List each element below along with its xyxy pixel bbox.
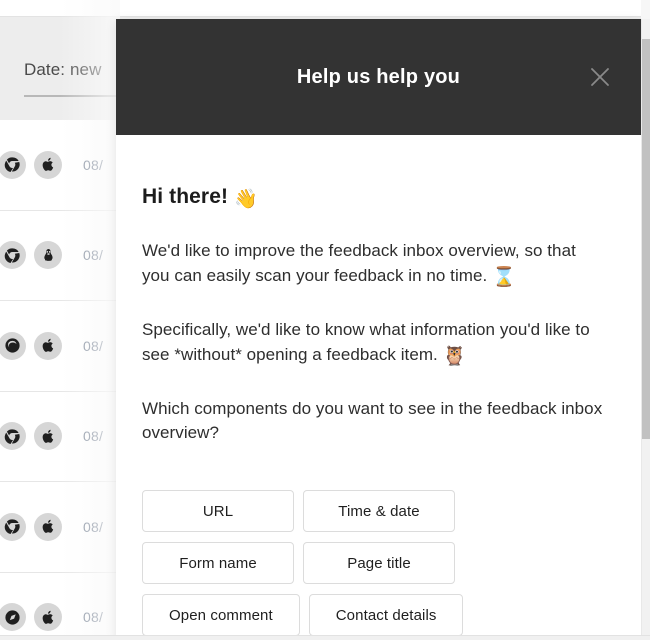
apple-icon xyxy=(34,512,62,541)
firefox-icon xyxy=(0,331,26,360)
modal-header: Help us help you xyxy=(116,19,641,135)
hourglass-icon: ⌛ xyxy=(492,266,516,288)
linux-icon xyxy=(34,241,62,270)
row-date: 08/ xyxy=(83,247,104,264)
screen: Date: new 08/ 08/ 08/ 08/ 08/ 08/ Help u… xyxy=(0,0,650,640)
modal-title: Help us help you xyxy=(296,66,461,88)
apple-icon xyxy=(34,422,62,451)
safari-icon xyxy=(0,603,26,632)
option-button-open-comment[interactable]: Open comment xyxy=(142,594,300,637)
row-date: 08/ xyxy=(83,428,104,445)
modal-scrollbar[interactable] xyxy=(641,19,650,640)
greeting-heading: Hi there! 👋 xyxy=(142,183,611,213)
row-date: 08/ xyxy=(83,337,104,354)
paragraph-specifically: Specifically, we'd like to know what inf… xyxy=(142,318,607,371)
apple-icon xyxy=(34,150,62,179)
row-date: 08/ xyxy=(83,518,104,535)
option-button-contact-details[interactable]: Contact details xyxy=(308,594,464,637)
option-button-time-date[interactable]: Time & date xyxy=(303,490,455,533)
close-icon[interactable] xyxy=(585,62,615,92)
waving-hand-icon: 👋 xyxy=(234,189,258,210)
paragraph-improve: We'd like to improve the feedback inbox … xyxy=(142,239,607,292)
owl-icon: 🦉 xyxy=(442,345,467,367)
modal-body: Hi there! 👋 We'd like to improve the fee… xyxy=(116,135,641,640)
option-button-page-title[interactable]: Page title xyxy=(303,542,455,585)
option-button-group: URL Time & date Form name Page title Ope… xyxy=(142,490,612,640)
chrome-icon xyxy=(0,150,26,179)
apple-icon xyxy=(34,331,62,360)
question-text: Which components do you want to see in t… xyxy=(142,398,603,443)
paragraph-specifically-text: Specifically, we'd like to know what inf… xyxy=(142,319,590,364)
chrome-icon xyxy=(0,241,26,270)
page-top-strip xyxy=(0,0,650,16)
sort-control-label[interactable]: Date: new xyxy=(24,60,101,80)
greeting-text: Hi there! xyxy=(142,185,229,208)
option-button-url[interactable]: URL xyxy=(142,490,294,533)
option-button-form-name[interactable]: Form name xyxy=(142,542,294,585)
apple-icon xyxy=(34,603,62,632)
modal-scrollbar-thumb[interactable] xyxy=(642,39,650,439)
row-date: 08/ xyxy=(83,609,104,626)
bottom-edge-peek xyxy=(0,635,650,640)
page-scrollbar-top[interactable] xyxy=(641,0,650,19)
chrome-icon xyxy=(0,422,26,451)
feedback-survey-modal: Help us help you Hi there! 👋 We'd like t… xyxy=(116,19,641,640)
row-date: 08/ xyxy=(83,156,104,173)
chrome-icon xyxy=(0,512,26,541)
